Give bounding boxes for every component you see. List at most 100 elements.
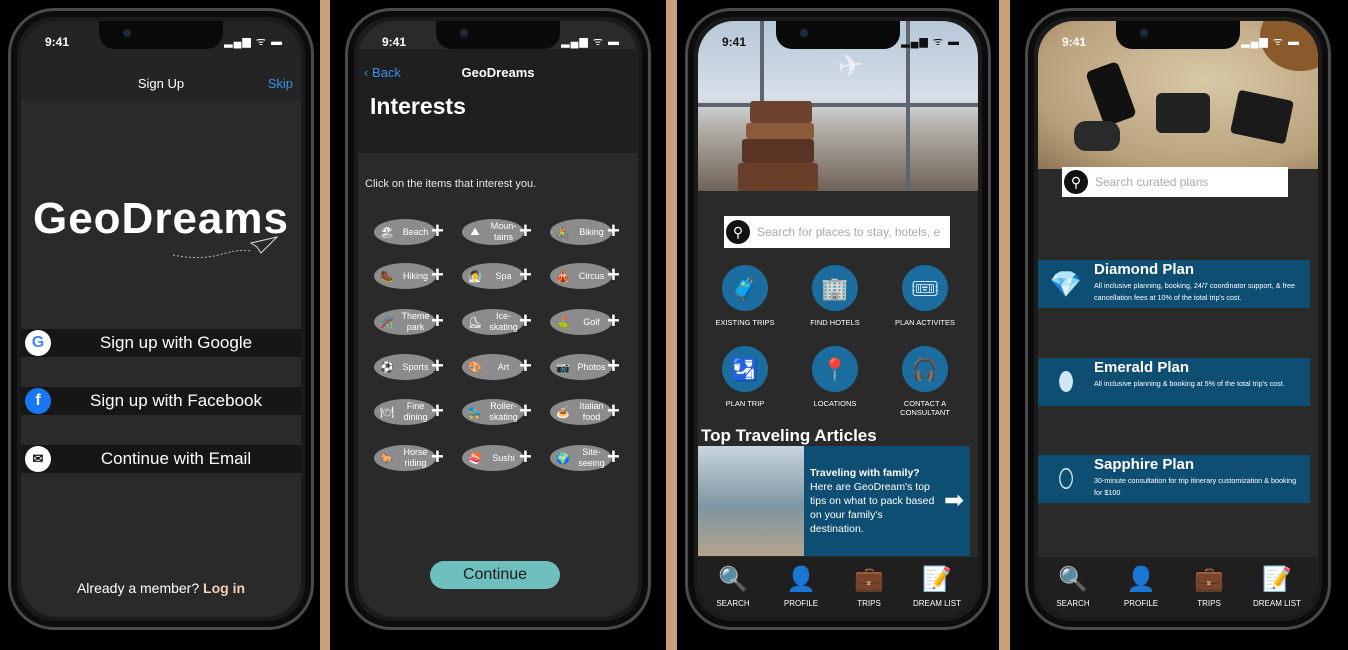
tab-dream-list[interactable]: 📝 DREAM LIST	[902, 565, 972, 608]
search-placeholder: Search curated plans	[1095, 175, 1209, 189]
plus-icon[interactable]: +	[431, 220, 444, 242]
feature-button[interactable]: 🎟 PLAN ACTIVITES	[880, 265, 970, 327]
interest-icon: 🎢	[380, 316, 394, 329]
interest-icon: 🍽	[380, 406, 394, 419]
interest-chip[interactable]: ⛸ Ice-skating	[462, 309, 524, 335]
interest-chip[interactable]: 🚴 Biking	[550, 219, 612, 245]
continue-button[interactable]: Continue	[430, 561, 560, 589]
search-placeholder: Search for places to stay, hotels, e	[757, 225, 941, 239]
status-icons: ▂▄▆ ᯤ ▬	[1241, 36, 1300, 48]
email-signup-label: Continue with Email	[100, 449, 252, 468]
plus-icon[interactable]: +	[519, 220, 532, 242]
tab-profile[interactable]: 👤 PROFILE	[766, 565, 836, 608]
interest-chip[interactable]: ⚽ Sports	[374, 354, 436, 380]
plus-icon[interactable]: +	[607, 220, 620, 242]
plus-icon[interactable]: +	[607, 400, 620, 422]
status-icons: ▂▄▆ ᯤ ▬	[561, 36, 620, 48]
interest-icon: 🧖	[468, 270, 482, 283]
interest-label: Art	[497, 361, 510, 372]
plus-icon[interactable]: +	[431, 264, 444, 286]
interest-chip[interactable]: 🎪 Circus	[550, 263, 612, 289]
plus-icon[interactable]: +	[519, 400, 532, 422]
interest-icon: 🏖	[380, 226, 394, 239]
tab-dream-list[interactable]: 📝 DREAM LIST	[1242, 565, 1312, 608]
search-input[interactable]: ⚲ Search for places to stay, hotels, e	[724, 216, 950, 248]
interest-chip[interactable]: 🛼 Roller-skating	[462, 399, 524, 425]
feature-button[interactable]: 🛂 PLAN TRIP	[700, 346, 790, 408]
skip-button[interactable]: Skip	[268, 76, 293, 91]
interest-chip[interactable]: ⛳ Golf	[550, 309, 612, 335]
plus-icon[interactable]: +	[431, 400, 444, 422]
interest-chip[interactable]: ⛰ Moun-tains	[462, 219, 524, 245]
email-signup-button[interactable]: ✉ Continue with Email	[21, 445, 301, 473]
page-title: Interests	[370, 93, 466, 119]
plus-icon[interactable]: +	[607, 355, 620, 377]
plan-card-sapphire[interactable]: ⬯ Sapphire Plan 30-minute consultation f…	[1038, 455, 1310, 503]
tab-label: TRIPS	[1197, 599, 1221, 608]
plus-icon[interactable]: +	[431, 446, 444, 468]
google-signup-label: Sign up with Google	[99, 333, 253, 352]
plan-card-diamond[interactable]: 💎 Diamond Plan All inclusive planning, b…	[1038, 260, 1310, 308]
tab-search[interactable]: 🔍 SEARCH	[698, 565, 768, 608]
notch	[1116, 21, 1240, 49]
chevron-left-icon: ‹	[364, 65, 372, 80]
feature-button[interactable]: 🎧 CONTACT A CONSULTANT	[880, 346, 970, 417]
search-input[interactable]: ⚲ Search curated plans	[1062, 167, 1288, 197]
plus-icon[interactable]: +	[519, 264, 532, 286]
plus-icon[interactable]: +	[519, 310, 532, 332]
feature-label: PLAN ACTIVITES	[894, 318, 956, 327]
interest-icon: 🛼	[468, 406, 482, 419]
plus-icon[interactable]: +	[431, 310, 444, 332]
status-icons: ▂▄▆ ᯤ ▬	[224, 36, 283, 48]
article-title: Traveling with family?	[810, 467, 920, 479]
interest-chip[interactable]: 🍣 Sushi	[462, 445, 524, 471]
feature-label: EXISTING TRIPS	[715, 318, 775, 327]
plus-icon[interactable]: +	[519, 355, 532, 377]
tab-icon: 👤	[1126, 566, 1156, 593]
plus-icon[interactable]: +	[431, 355, 444, 377]
feature-icon: 🎧	[902, 346, 948, 392]
interest-chip[interactable]: 🌍 Site-seeing	[550, 445, 612, 471]
interests-screen: 9:41 ▂▄▆ ᯤ ▬ GeoDreams ‹ Back Interests …	[358, 21, 638, 617]
feature-label: CONTACT A CONSULTANT	[900, 399, 950, 417]
plus-icon[interactable]: +	[519, 446, 532, 468]
back-label: Back	[371, 65, 401, 80]
plan-card-emerald[interactable]: ⬮ Emerald Plan All inclusive planning & …	[1038, 358, 1310, 406]
family-beach-image	[698, 446, 804, 556]
tab-profile[interactable]: 👤 PROFILE	[1106, 565, 1176, 608]
facebook-signup-button[interactable]: f Sign up with Facebook	[21, 387, 301, 415]
interest-chip[interactable]: 🎢 Theme park	[374, 309, 436, 335]
plus-icon[interactable]: +	[607, 264, 620, 286]
interest-label: Circus	[578, 270, 605, 281]
arrow-right-icon[interactable]: ➡	[944, 486, 964, 515]
tab-label: SEARCH	[716, 599, 750, 608]
interest-chip[interactable]: 🎨 Art	[462, 354, 524, 380]
interest-chip[interactable]: 🥾 Hiking	[374, 263, 436, 289]
interest-chip[interactable]: 🏖 Beach	[374, 219, 436, 245]
interest-chip[interactable]: 🍝 Italian food	[550, 399, 612, 425]
interest-icon: 📷	[556, 361, 570, 374]
feature-button[interactable]: 🏢 FIND HOTELS	[790, 265, 880, 327]
tab-trips[interactable]: 💼 TRIPS	[1174, 565, 1244, 608]
plus-icon[interactable]: +	[607, 310, 620, 332]
article-card[interactable]: Traveling with family? Here are GeoDream…	[698, 446, 970, 556]
interest-chip[interactable]: 🧖 Spa	[462, 263, 524, 289]
feature-button[interactable]: 📍 LOCATIONS	[790, 346, 880, 408]
feature-label: LOCATIONS	[813, 399, 857, 408]
interest-chip[interactable]: 🐎 Horse riding	[374, 445, 436, 471]
tab-label: TRIPS	[857, 599, 881, 608]
panel-signup: 9:41 ▂▄▆ ᯤ ▬ Sign Up Skip GeoDreams G Si…	[0, 0, 320, 650]
google-signup-button[interactable]: G Sign up with Google	[21, 329, 301, 357]
tab-search[interactable]: 🔍 SEARCH	[1038, 565, 1108, 608]
plus-icon[interactable]: +	[607, 446, 620, 468]
interest-label: Hiking	[402, 270, 428, 281]
back-button[interactable]: ‹ Back	[364, 65, 401, 80]
interest-chip[interactable]: 🍽 Fine dining	[374, 399, 436, 425]
interest-chip[interactable]: 📷 Photos	[550, 354, 612, 380]
tab-trips[interactable]: 💼 TRIPS	[834, 565, 904, 608]
interest-label: Photos	[577, 361, 606, 372]
status-time: 9:41	[45, 35, 70, 49]
login-link[interactable]: Log in	[203, 580, 245, 596]
feature-button[interactable]: 🧳 EXISTING TRIPS	[700, 265, 790, 327]
status-icons: ▂▄▆ ᯤ ▬	[901, 36, 960, 48]
